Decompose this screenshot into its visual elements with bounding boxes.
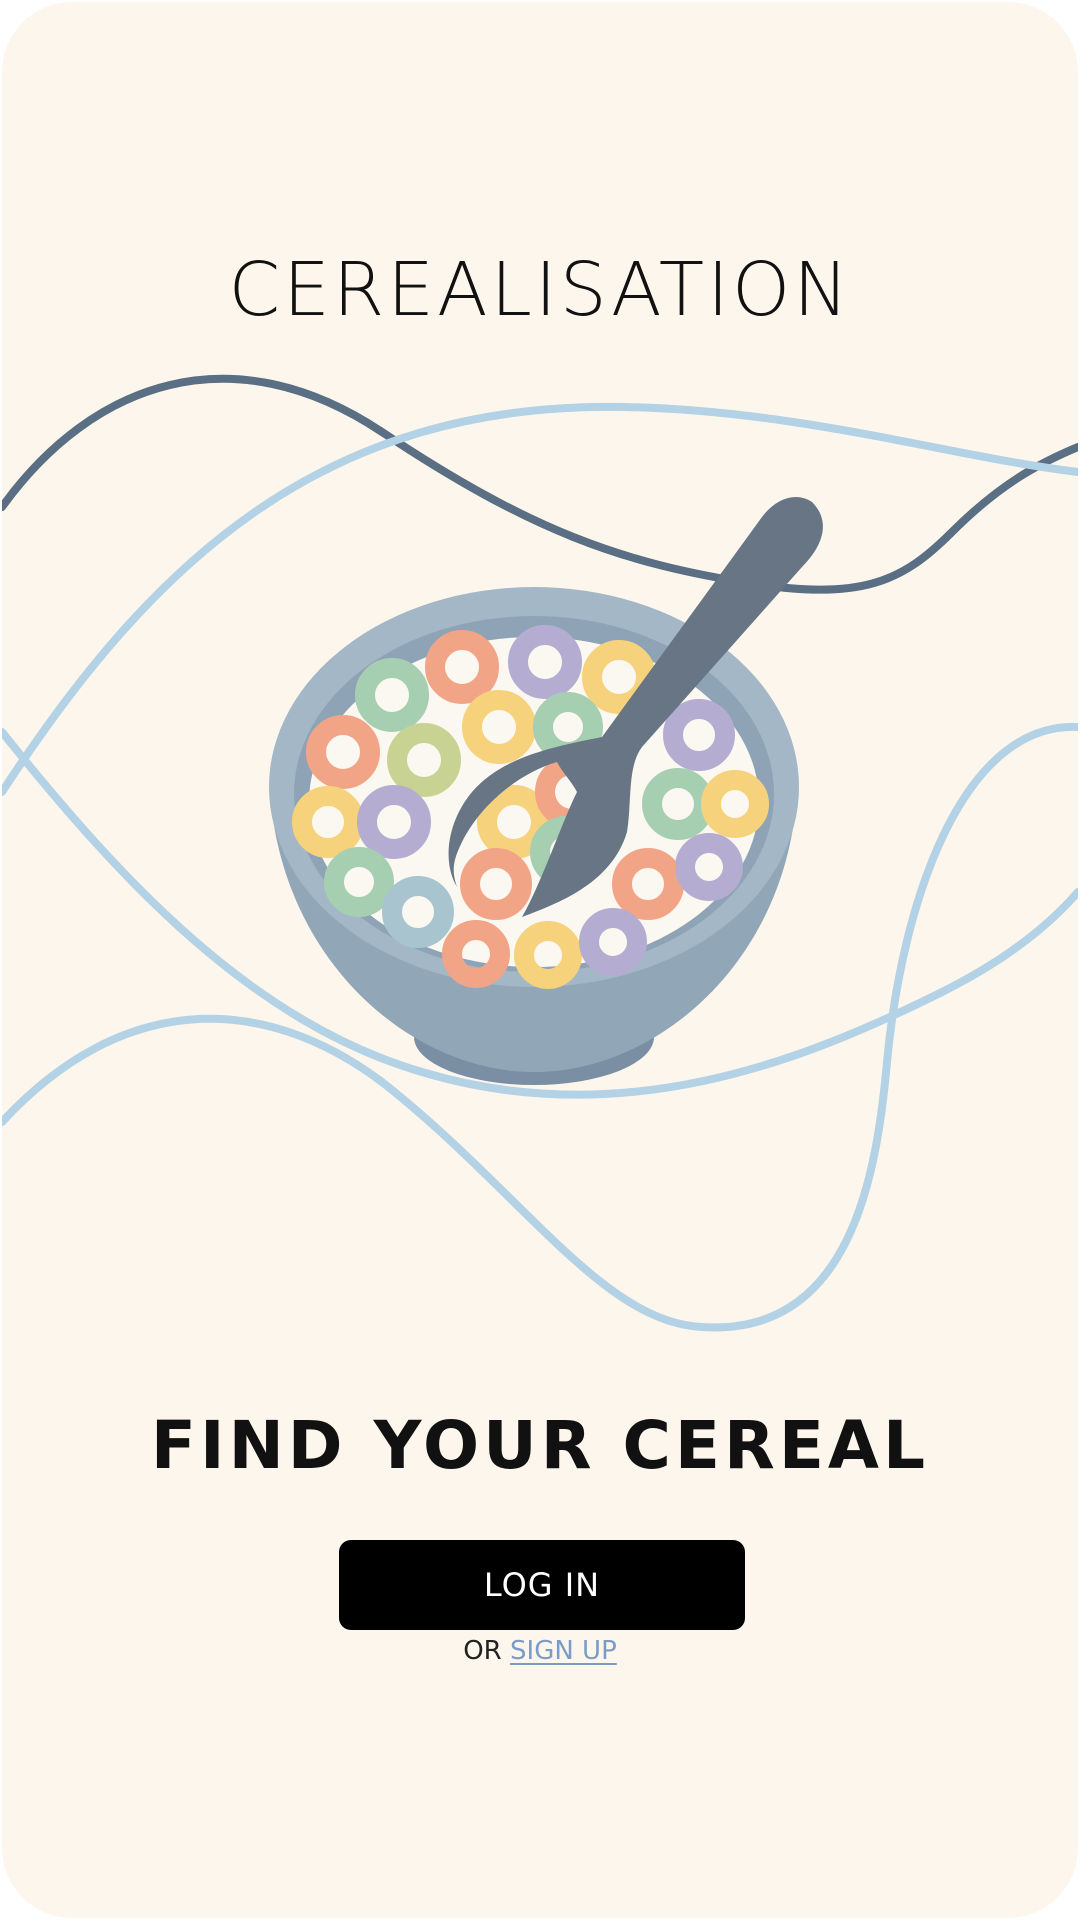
- login-button[interactable]: LOG IN: [339, 1540, 745, 1630]
- signup-link[interactable]: SIGN UP: [510, 1636, 617, 1666]
- login-screen: CEREALISATION FIND YOUR CEREAL LOG IN OR…: [2, 2, 1078, 1918]
- tagline: FIND YOUR CEREAL: [150, 1407, 930, 1484]
- or-label: OR: [463, 1636, 502, 1666]
- signup-prompt: OR SIGN UP: [2, 1636, 1078, 1666]
- app-title: CEREALISATION: [228, 247, 852, 333]
